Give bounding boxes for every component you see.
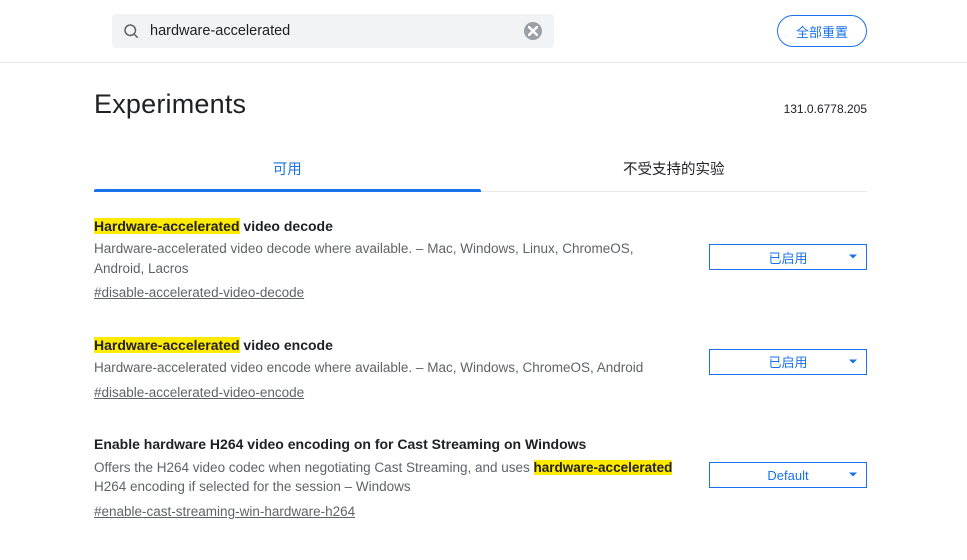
flag-main: Enable hardware H264 video encoding on f… [94,434,709,521]
flag-item: Hardware-accelerated video decode Hardwa… [94,212,867,331]
topbar: 全部重置 [0,0,967,63]
search-input[interactable] [140,14,524,48]
highlight: Hardware-accelerated [94,218,240,234]
flags-list: Hardware-accelerated video decode Hardwa… [94,212,867,549]
flag-hash-link[interactable]: #enable-cast-streaming-win-hardware-h264 [94,502,355,522]
flag-description: Offers the H264 video codec when negotia… [94,458,679,497]
tab-unavailable[interactable]: 不受支持的实验 [481,146,868,191]
desc-post: H264 encoding if selected for the sessio… [94,479,411,494]
close-icon [528,26,538,36]
flag-title-rest: video decode [240,218,333,234]
desc-pre: Offers the H264 video codec when negotia… [94,460,534,475]
flag-description: Hardware-accelerated video encode where … [94,358,679,378]
flag-select[interactable]: Default [709,462,867,488]
highlight: Hardware-accelerated [94,337,240,353]
flag-main: Hardware-accelerated video encode Hardwa… [94,335,709,402]
flag-item: Enable hardware H264 video encoding on f… [94,430,867,549]
search-box[interactable] [112,14,554,48]
flag-hash-link[interactable]: #disable-accelerated-video-decode [94,283,304,303]
topbar-inner: 全部重置 [0,14,967,48]
content: Experiments 131.0.6778.205 可用 不受支持的实验 Ha… [0,89,967,549]
flag-select[interactable]: 已启用 [709,244,867,270]
flag-item: Hardware-accelerated video encode Hardwa… [94,331,867,430]
flag-main: Hardware-accelerated video decode Hardwa… [94,216,709,303]
chevron-down-icon [848,354,858,369]
flag-control: 已启用 [709,216,867,270]
chevron-down-icon [848,250,858,265]
flag-title: Hardware-accelerated video encode [94,335,679,355]
chevron-down-icon [848,468,858,483]
header-row: Experiments 131.0.6778.205 [94,89,867,120]
flag-hash-link[interactable]: #disable-accelerated-video-encode [94,383,304,403]
flag-select-value: 已启用 [768,352,807,371]
tab-available[interactable]: 可用 [94,146,481,191]
flag-select-value: 已启用 [768,248,807,267]
flag-select-value: Default [767,468,808,483]
flag-title: Hardware-accelerated video decode [94,216,679,236]
search-icon [122,22,140,40]
flag-title: Enable hardware H264 video encoding on f… [94,434,679,454]
flag-title-rest: video encode [240,337,333,353]
reset-all-button[interactable]: 全部重置 [777,15,867,47]
flag-description: Hardware-accelerated video decode where … [94,239,679,278]
tabs: 可用 不受支持的实验 [94,146,867,192]
version-text: 131.0.6778.205 [784,102,867,116]
highlight: hardware- [534,460,599,475]
flag-control: Default [709,434,867,488]
highlight: accelerated [598,460,672,475]
clear-search-button[interactable] [524,22,542,40]
flag-select[interactable]: 已启用 [709,349,867,375]
page-title: Experiments [94,89,246,120]
flag-control: 已启用 [709,335,867,375]
